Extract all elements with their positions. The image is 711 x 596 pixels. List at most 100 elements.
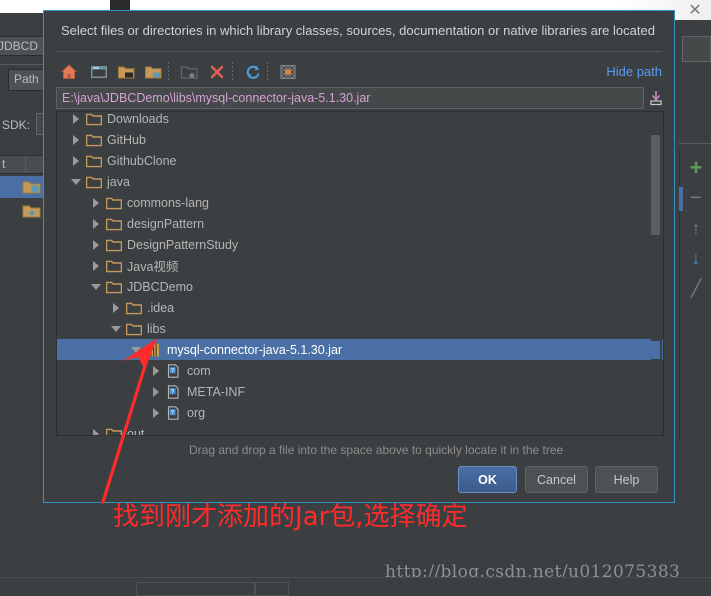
bg-table-header-label: t bbox=[2, 157, 6, 171]
folder-icon bbox=[85, 175, 103, 189]
bg-list-row-selected[interactable] bbox=[0, 176, 44, 198]
app-icon bbox=[110, 0, 130, 10]
path-input[interactable]: E:\java\JDBCDemo\libs\mysql-connector-ja… bbox=[56, 87, 644, 109]
chevron-down-icon[interactable] bbox=[71, 176, 82, 187]
bg-tab-label: JDBCD bbox=[0, 39, 39, 53]
folder-icon bbox=[105, 280, 123, 294]
folder-module-icon bbox=[22, 181, 41, 194]
tree-node-label: libs bbox=[147, 321, 166, 336]
folder-icon bbox=[105, 259, 123, 273]
tree-node-label: Downloads bbox=[107, 111, 169, 126]
home-icon[interactable] bbox=[56, 59, 82, 85]
chevron-right-icon[interactable] bbox=[151, 407, 162, 418]
tree-node[interactable]: ? com bbox=[57, 360, 663, 381]
chevron-right-icon[interactable] bbox=[151, 365, 162, 376]
chevron-right-icon[interactable] bbox=[91, 239, 102, 250]
bg-header-col-divider bbox=[25, 156, 26, 173]
drag-drop-hint: Drag and drop a file into the space abov… bbox=[189, 443, 564, 457]
chevron-down-icon[interactable] bbox=[131, 344, 142, 355]
chevron-right-icon[interactable] bbox=[91, 197, 102, 208]
chevron-right-icon[interactable] bbox=[91, 428, 102, 435]
tree-node[interactable]: designPattern bbox=[57, 213, 663, 234]
tree-node[interactable]: .idea bbox=[57, 297, 663, 318]
file-chooser-dialog: Select files or directories in which lib… bbox=[43, 11, 675, 503]
folder-icon bbox=[125, 322, 143, 336]
package-icon: ? bbox=[166, 405, 182, 420]
delete-icon[interactable] bbox=[204, 59, 230, 85]
chevron-down-icon[interactable] bbox=[91, 281, 102, 292]
tree-node-label: out bbox=[127, 426, 145, 436]
tree-node-selected[interactable]: mysql-connector-java-5.1.30.jar bbox=[57, 339, 663, 360]
toolbar-separator-2 bbox=[232, 62, 233, 82]
dialog-title-separator bbox=[57, 51, 662, 52]
tree-node[interactable]: java bbox=[57, 171, 663, 192]
tree-node-label: META-INF bbox=[187, 384, 246, 399]
chevron-right-icon[interactable] bbox=[71, 134, 82, 145]
add-button[interactable]: + bbox=[680, 154, 711, 182]
tree-node[interactable]: commons-lang bbox=[57, 192, 663, 213]
folder-icon bbox=[125, 301, 143, 315]
bg-tab-path-label: Path bbox=[14, 72, 39, 86]
dialog-toolbar: Hide path bbox=[56, 57, 664, 87]
folder-icon bbox=[105, 427, 123, 435]
remove-button[interactable]: − bbox=[680, 184, 711, 212]
folder-icon bbox=[85, 112, 103, 126]
move-down-button[interactable]: ↓ bbox=[680, 244, 711, 272]
package-icon: ? bbox=[166, 384, 182, 399]
new-folder-icon[interactable] bbox=[176, 59, 202, 85]
desktop-icon[interactable] bbox=[86, 59, 112, 85]
hide-path-link[interactable]: Hide path bbox=[606, 64, 662, 79]
module-folder-icon[interactable] bbox=[140, 59, 166, 85]
tree-node[interactable]: JDBCDemo bbox=[57, 276, 663, 297]
tree-node[interactable]: DesignPatternStudy bbox=[57, 234, 663, 255]
bottom-button-2[interactable] bbox=[255, 582, 289, 596]
refresh-icon[interactable] bbox=[240, 59, 266, 85]
tree-node-label: GithubClone bbox=[107, 153, 177, 168]
tree-node[interactable]: GitHub bbox=[57, 129, 663, 150]
tree-node[interactable]: libs bbox=[57, 318, 663, 339]
file-tree[interactable]: Downloads GitHub GithubClone java common… bbox=[56, 111, 664, 436]
help-button[interactable]: Help bbox=[595, 466, 658, 493]
tree-node-label: JDBCDemo bbox=[127, 279, 193, 294]
jar-icon bbox=[146, 343, 162, 357]
folder-icon bbox=[105, 238, 123, 252]
folder-source-icon bbox=[22, 205, 41, 218]
chevron-right-icon[interactable] bbox=[71, 113, 82, 124]
tree-node[interactable]: ? org bbox=[57, 402, 663, 423]
move-up-button[interactable]: ↑ bbox=[680, 214, 711, 242]
bg-tab-jdbcdemo[interactable]: JDBCD bbox=[0, 36, 46, 56]
folder-icon bbox=[85, 133, 103, 147]
tree-node[interactable]: Downloads bbox=[57, 111, 663, 129]
chevron-right-icon[interactable] bbox=[91, 218, 102, 229]
tree-scrollbar-thumb[interactable] bbox=[651, 135, 660, 235]
tree-node[interactable]: out bbox=[57, 423, 663, 436]
toolbar-separator-1 bbox=[168, 62, 169, 82]
tree-node-label: .idea bbox=[147, 300, 175, 315]
chevron-right-icon[interactable] bbox=[111, 302, 122, 313]
tree-node[interactable]: Java视频 bbox=[57, 255, 663, 276]
chevron-down-icon[interactable] bbox=[111, 323, 122, 334]
chevron-right-icon[interactable] bbox=[151, 386, 162, 397]
chevron-right-icon[interactable] bbox=[91, 260, 102, 271]
folder-icon bbox=[105, 217, 123, 231]
edit-button[interactable]: ╱ bbox=[680, 274, 711, 302]
bottom-button-1[interactable] bbox=[136, 582, 255, 596]
ok-button[interactable]: OK bbox=[458, 466, 517, 493]
bg-list-row-2[interactable] bbox=[0, 200, 44, 222]
bg-right-field[interactable] bbox=[682, 36, 711, 62]
drop-target-icon[interactable] bbox=[648, 87, 664, 109]
dialog-title: Select files or directories in which lib… bbox=[61, 23, 655, 38]
project-folder-icon[interactable] bbox=[113, 59, 139, 85]
cancel-button[interactable]: Cancel bbox=[525, 466, 588, 493]
chevron-right-icon[interactable] bbox=[71, 155, 82, 166]
tree-node-label: DesignPatternStudy bbox=[127, 237, 239, 252]
bg-sdk-label: SDK: bbox=[2, 118, 31, 132]
show-hidden-icon[interactable] bbox=[275, 59, 301, 85]
selection-marker bbox=[679, 187, 683, 211]
tree-scrollbar[interactable] bbox=[651, 113, 662, 435]
tree-node[interactable]: ? META-INF bbox=[57, 381, 663, 402]
close-icon[interactable]: ✕ bbox=[684, 2, 706, 20]
folder-icon bbox=[85, 154, 103, 168]
tree-node[interactable]: GithubClone bbox=[57, 150, 663, 171]
package-icon: ? bbox=[166, 363, 182, 378]
